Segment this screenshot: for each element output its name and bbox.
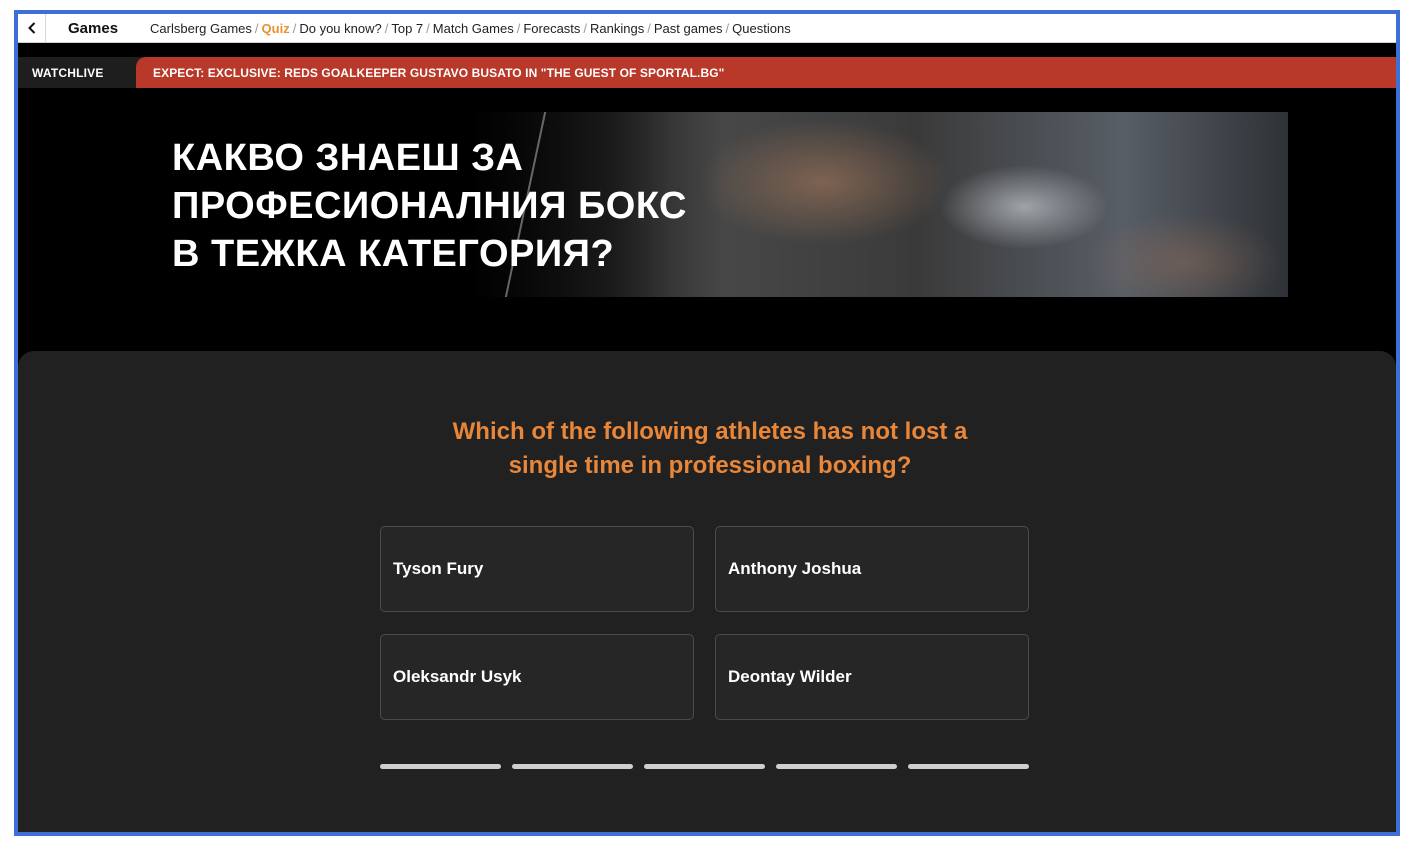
answer-option-tyson-fury[interactable]: Tyson Fury <box>380 526 694 612</box>
watchlive-label[interactable]: WATCHLIVE <box>18 57 136 88</box>
quiz-question: Which of the following athletes has not … <box>398 415 1022 483</box>
progress-segment <box>908 764 1029 769</box>
banner-title-line: КАКВО ЗНАЕШ ЗА <box>172 137 524 179</box>
breadcrumb-rankings[interactable]: Rankings <box>590 21 644 36</box>
breadcrumb-forecasts[interactable]: Forecasts <box>523 21 580 36</box>
breadcrumb-carlsberg-games[interactable]: Carlsberg Games <box>150 21 252 36</box>
progress-segment <box>644 764 765 769</box>
breadcrumb-questions[interactable]: Questions <box>732 21 791 36</box>
question-line: single time in professional boxing? <box>508 452 912 479</box>
breadcrumb-separator: / <box>254 20 259 36</box>
breadcrumb-past-games[interactable]: Past games <box>654 21 723 36</box>
browser-frame: Games Carlsberg Games / Quiz / Do you kn… <box>14 10 1400 836</box>
breadcrumb-match-games[interactable]: Match Games <box>433 21 514 36</box>
progress-segment <box>380 764 501 769</box>
back-button[interactable] <box>18 14 46 43</box>
breadcrumb-separator: / <box>292 20 297 36</box>
progress-segment <box>776 764 897 769</box>
nav-title[interactable]: Games <box>68 20 118 37</box>
banner-title-line: ПРОФЕСИОНАЛНИЯ БОКС <box>172 185 687 227</box>
breadcrumb-do-you-know[interactable]: Do you know? <box>299 21 381 36</box>
answer-option-deontay-wilder[interactable]: Deontay Wilder <box>715 634 1029 720</box>
chevron-left-icon <box>27 22 35 34</box>
banner-title-line: В ТЕЖКА КАТЕГОРИЯ? <box>172 233 615 275</box>
top-nav: Games Carlsberg Games / Quiz / Do you kn… <box>18 14 1396 43</box>
news-ticker: WATCHLIVE EXPECT: EXCLUSIVE: REDS GOALKE… <box>18 57 1396 88</box>
progress-segment <box>512 764 633 769</box>
breadcrumb-quiz[interactable]: Quiz <box>262 21 290 36</box>
quiz-panel: Which of the following athletes has not … <box>18 351 1396 832</box>
answer-option-oleksandr-usyk[interactable]: Oleksandr Usyk <box>380 634 694 720</box>
ticker-headline[interactable]: EXPECT: EXCLUSIVE: REDS GOALKEEPER GUSTA… <box>136 57 1396 88</box>
breadcrumb-separator: / <box>647 20 651 36</box>
breadcrumb-separator: / <box>583 20 588 36</box>
breadcrumb-top-7[interactable]: Top 7 <box>391 21 423 36</box>
breadcrumb: Carlsberg Games / Quiz / Do you know? / … <box>150 21 791 36</box>
quiz-banner: КАКВО ЗНАЕШ ЗА ПРОФЕСИОНАЛНИЯ БОКС В ТЕЖ… <box>164 112 1288 297</box>
banner-title: КАКВО ЗНАЕШ ЗА ПРОФЕСИОНАЛНИЯ БОКС В ТЕЖ… <box>172 134 687 278</box>
question-line: Which of the following athletes has not … <box>452 418 968 445</box>
breadcrumb-separator: / <box>516 20 521 36</box>
answer-option-anthony-joshua[interactable]: Anthony Joshua <box>715 526 1029 612</box>
breadcrumb-separator: / <box>384 20 389 36</box>
breadcrumb-separator: / <box>426 20 430 36</box>
breadcrumb-separator: / <box>725 20 730 36</box>
quiz-progress <box>380 764 1029 770</box>
